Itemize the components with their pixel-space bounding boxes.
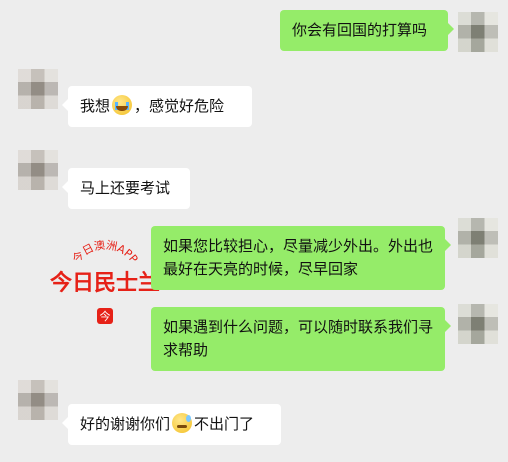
message-text: 如果遇到什么问题，可以随时联系我们寻求帮助 bbox=[163, 318, 434, 359]
crying-face-icon bbox=[112, 95, 133, 115]
contact-avatar[interactable] bbox=[458, 218, 498, 258]
watermark-badge: 今 bbox=[100, 309, 111, 323]
user-avatar[interactable] bbox=[18, 380, 58, 420]
user-avatar[interactable] bbox=[18, 69, 58, 109]
contact-avatar[interactable] bbox=[458, 12, 498, 52]
message-text: ，感觉好危险 bbox=[134, 97, 225, 115]
incoming-message[interactable]: 我想 ，感觉好危险 bbox=[62, 86, 252, 127]
watermark-arc-text: 今日澳洲APP bbox=[69, 239, 140, 266]
message-text: 如果您比较担心，尽量减少外出。外出也最好在天亮的时候，尽早回家 bbox=[163, 237, 434, 278]
message-text: 你会有回国的打算吗 bbox=[292, 21, 428, 39]
message-text: 好的谢谢你们 bbox=[80, 415, 171, 433]
outgoing-message[interactable]: 如果遇到什么问题，可以随时联系我们寻求帮助 bbox=[151, 307, 451, 371]
outgoing-message[interactable]: 你会有回国的打算吗 bbox=[280, 10, 454, 51]
user-avatar[interactable] bbox=[18, 150, 58, 190]
message-text: 我想 bbox=[80, 97, 111, 115]
incoming-message[interactable]: 好的谢谢你们 不出门了 bbox=[62, 404, 281, 445]
watermark-logo: 今日澳洲APP 今日民士兰 今 bbox=[50, 239, 160, 324]
contact-avatar[interactable] bbox=[458, 304, 498, 344]
message-text: 不出门了 bbox=[194, 415, 255, 433]
incoming-message[interactable]: 马上还要考试 bbox=[62, 168, 190, 209]
sweat-face-icon bbox=[172, 413, 193, 433]
message-text: 马上还要考试 bbox=[80, 179, 171, 197]
outgoing-message[interactable]: 如果您比较担心，尽量减少外出。外出也最好在天亮的时候，尽早回家 bbox=[151, 226, 451, 290]
watermark-brand: 今日民士兰 bbox=[50, 270, 160, 296]
